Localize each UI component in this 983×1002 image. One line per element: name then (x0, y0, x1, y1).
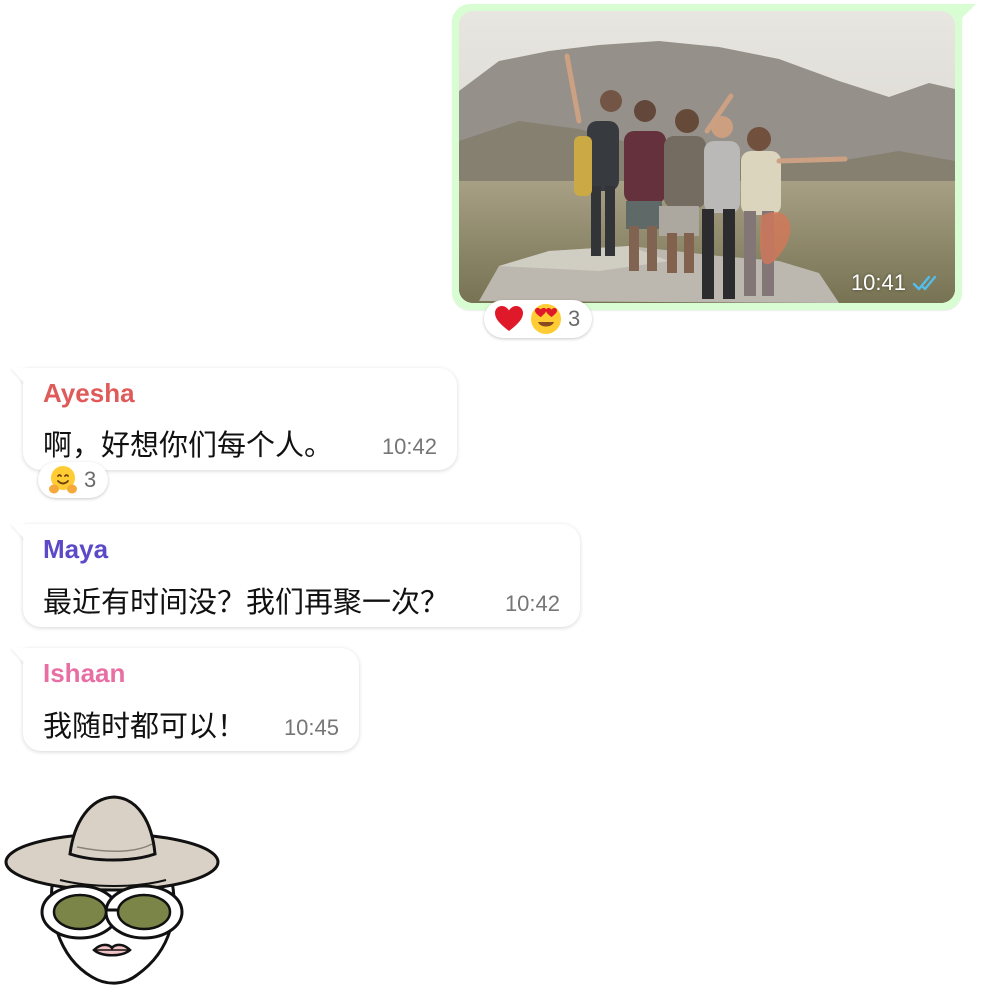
heart-eyes-icon (530, 303, 562, 335)
message-text: 最近有时间没？我们再聚一次？ (43, 585, 450, 619)
reaction-count: 3 (568, 306, 581, 331)
message-time: 10:42 (381, 434, 437, 459)
bubble-tail (958, 4, 976, 22)
sender-name[interactable]: Ayesha (43, 378, 135, 409)
outgoing-photo-message[interactable]: 10:41 (452, 4, 976, 310)
bubble-tail (11, 648, 25, 664)
message-text: 啊，好想你们每个人。 (43, 428, 334, 462)
incoming-message[interactable]: Ishaan 我随时都可以！ 10:45 (11, 648, 359, 751)
message-text: 我随时都可以！ (43, 709, 247, 743)
reaction-count: 3 (84, 467, 97, 492)
message-time: 10:45 (283, 715, 339, 740)
shared-photo[interactable] (459, 11, 955, 303)
avatar[interactable] (2, 792, 224, 992)
sender-name[interactable]: Maya (43, 534, 108, 565)
message-time: 10:42 (504, 591, 560, 616)
incoming-message[interactable]: Ayesha 啊，好想你们每个人。 10:42 (11, 368, 457, 470)
message-time: 10:41 (850, 270, 906, 295)
incoming-message[interactable]: Maya 最近有时间没？我们再聚一次？ 10:42 (11, 524, 580, 627)
message-reactions[interactable]: 3 (38, 462, 109, 498)
double-check-icon (912, 274, 942, 292)
hugging-face-icon (48, 465, 78, 495)
sender-name[interactable]: Ishaan (43, 658, 125, 689)
red-heart-icon (494, 305, 524, 333)
bubble-tail (11, 524, 25, 540)
photo-meta: 10:41 (851, 270, 942, 296)
bubble-tail (11, 368, 25, 384)
message-reactions[interactable]: 3 (484, 300, 593, 338)
